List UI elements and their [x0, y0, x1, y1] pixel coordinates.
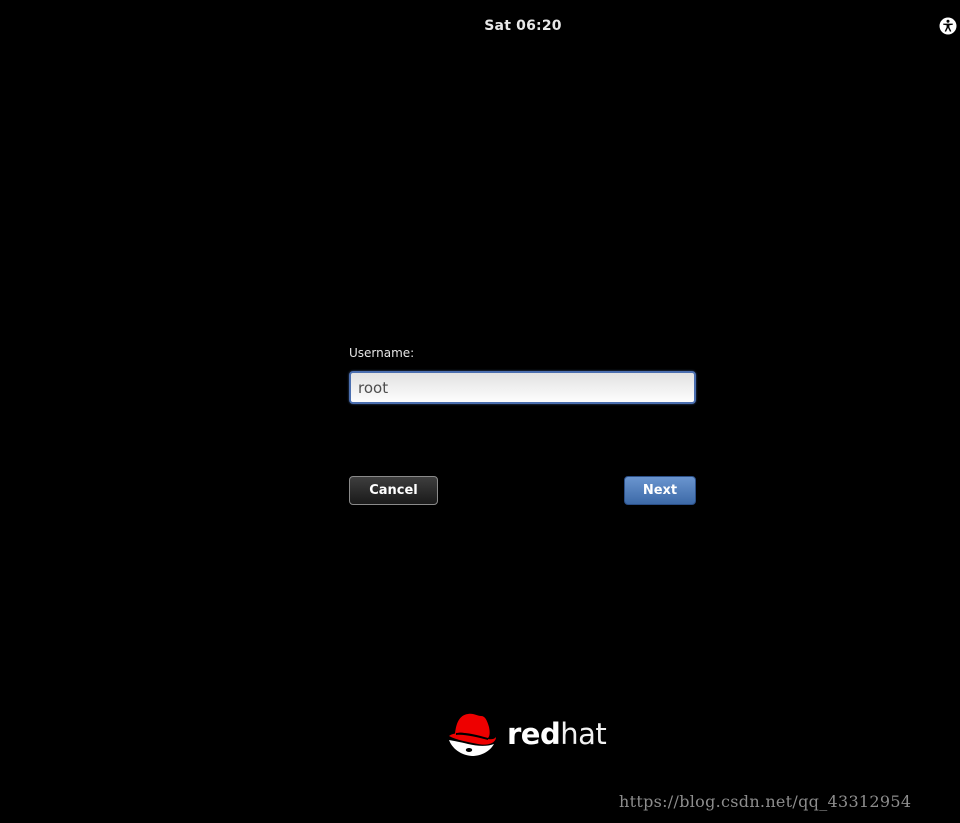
- cancel-button[interactable]: Cancel: [349, 476, 438, 505]
- clock[interactable]: Sat 06:20: [0, 18, 960, 34]
- watermark: https://blog.csdn.net/qq_43312954: [619, 792, 912, 811]
- username-input[interactable]: [349, 371, 696, 404]
- username-label: Username:: [349, 346, 415, 360]
- redhat-shadowman-icon: [449, 713, 496, 756]
- wordmark-bold: red: [507, 716, 561, 751]
- button-row: Cancel Next: [349, 476, 697, 506]
- accessibility-icon[interactable]: [939, 17, 957, 35]
- redhat-wordmark: redhat: [507, 716, 607, 751]
- redhat-logo: redhat: [446, 710, 607, 758]
- login-form: Username:: [349, 346, 697, 404]
- top-bar: Sat 06:20: [0, 0, 960, 54]
- next-button[interactable]: Next: [624, 476, 696, 505]
- wordmark-light: hat: [560, 716, 607, 751]
